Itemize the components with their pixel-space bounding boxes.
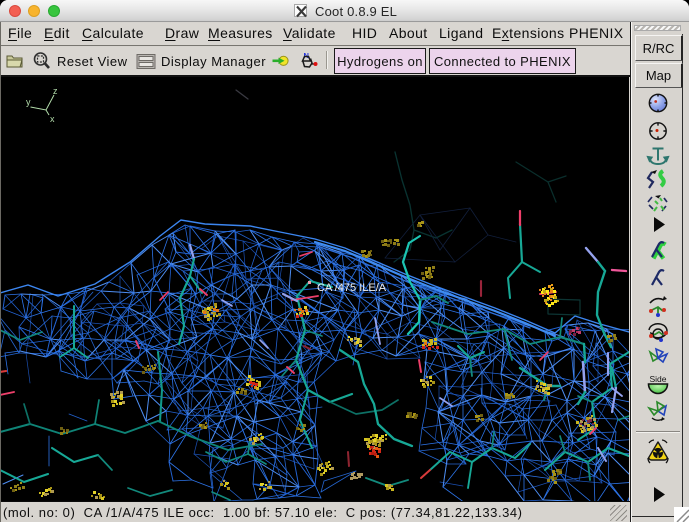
svg-text:Side: Side (649, 374, 666, 384)
svg-text:y: y (26, 97, 31, 107)
svg-text:x: x (50, 114, 55, 124)
svg-text:CA /475 ILE/A: CA /475 ILE/A (317, 282, 387, 294)
svg-text:z: z (53, 86, 58, 96)
